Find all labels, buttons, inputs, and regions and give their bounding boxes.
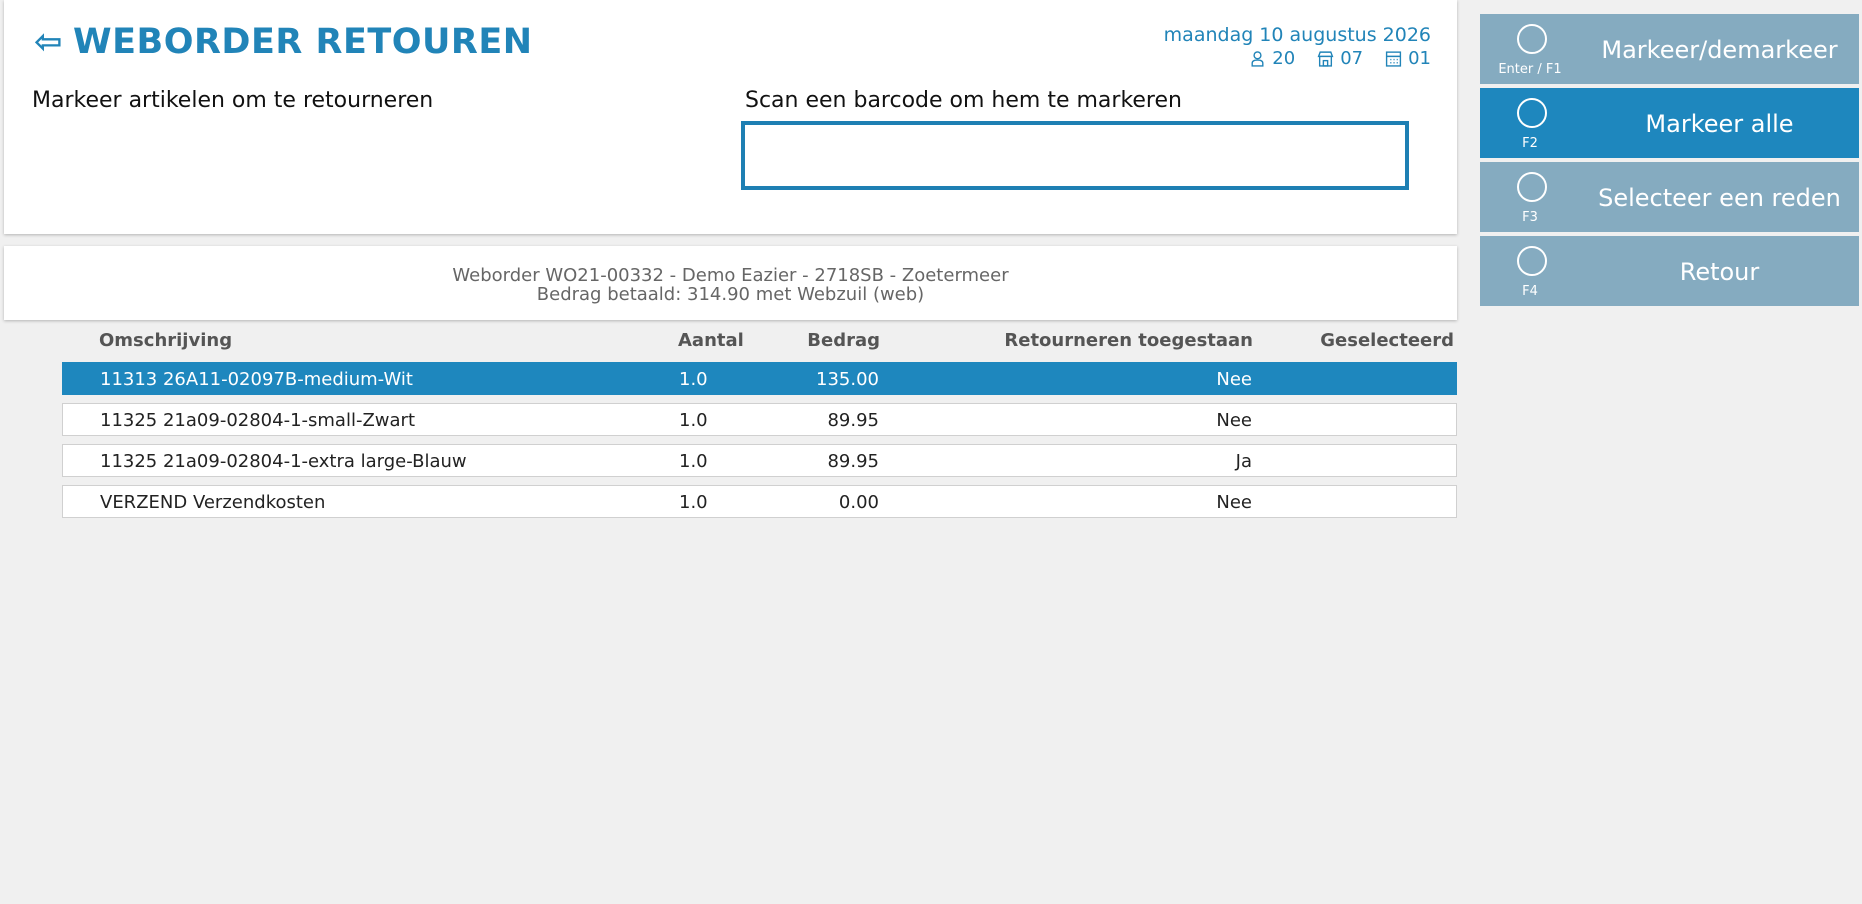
circle-icon — [1517, 24, 1547, 54]
action-sidebar: Enter / F1 Markeer/demarkeer F2 Markeer … — [1480, 14, 1859, 310]
user-icon — [1251, 51, 1264, 67]
instruction-label: Markeer artikelen om te retourneren — [32, 88, 434, 113]
header-selected: Geselecteerd — [1320, 330, 1454, 351]
row-description: 11325 21a09-02804-1-extra large-Blauw — [100, 451, 467, 472]
return-button[interactable]: F4 Retour — [1480, 236, 1859, 306]
row-amount: 89.95 — [827, 410, 879, 431]
shortcut-key: F3 — [1522, 210, 1538, 225]
row-return-allowed: Ja — [1235, 451, 1252, 472]
row-return-allowed: Nee — [1216, 369, 1252, 390]
row-amount: 0.00 — [838, 492, 879, 513]
circle-icon — [1517, 246, 1547, 276]
row-amount: 135.00 — [816, 369, 879, 390]
table-row[interactable]: 11325 21a09-02804-1-extra large-Blauw 1.… — [62, 444, 1457, 477]
circle-icon — [1517, 98, 1547, 128]
button-label: Retour — [1679, 258, 1760, 286]
shortcut-key: F4 — [1522, 284, 1538, 299]
row-return-allowed: Nee — [1216, 410, 1252, 431]
register-indicator: 01 — [1385, 48, 1431, 69]
button-label: Markeer alle — [1645, 110, 1794, 138]
table-header: Omschrijving Aantal Bedrag Retourneren t… — [62, 330, 1457, 358]
table-row[interactable]: VERZEND Verzendkosten 1.0 0.00 Nee — [62, 485, 1457, 518]
table-row[interactable]: 11325 21a09-02804-1-small-Zwart 1.0 89.9… — [62, 403, 1457, 436]
button-label: Selecteer een reden — [1598, 184, 1841, 212]
button-label: Markeer/demarkeer — [1601, 36, 1838, 64]
order-details: Weborder WO21-00332 - Demo Eazier - 2718… — [452, 265, 1009, 286]
row-quantity: 1.0 — [679, 369, 708, 390]
row-description: 11313 26A11-02097B-medium-Wit — [100, 369, 413, 390]
back-arrow-icon[interactable]: ⇦ — [34, 22, 63, 62]
table-row[interactable]: 11313 26A11-02097B-medium-Wit 1.0 135.00… — [62, 362, 1457, 395]
mark-toggle-button[interactable]: Enter / F1 Markeer/demarkeer — [1480, 14, 1859, 84]
register-code: 01 — [1408, 48, 1431, 69]
payment-details: Bedrag betaald: 314.90 met Webzuil (web) — [536, 284, 925, 305]
mark-all-button[interactable]: F2 Markeer alle — [1480, 88, 1859, 158]
status-meta: 20 07 01 — [1249, 48, 1431, 69]
order-info-panel: Weborder WO21-00332 - Demo Eazier - 2718… — [4, 246, 1457, 320]
current-date: maandag 10 augustus 2026 — [1163, 24, 1431, 46]
header-return-allowed: Retourneren toegestaan — [1004, 330, 1253, 351]
page-title: ⇦ WEBORDER RETOUREN — [34, 22, 533, 62]
header-description: Omschrijving — [99, 330, 233, 351]
header-amount: Bedrag — [807, 330, 880, 351]
user-indicator: 20 — [1249, 48, 1295, 69]
scan-label: Scan een barcode om hem te markeren — [745, 88, 1182, 113]
store-code: 07 — [1340, 48, 1364, 69]
store-indicator: 07 — [1317, 48, 1363, 69]
row-amount: 89.95 — [827, 451, 879, 472]
row-quantity: 1.0 — [679, 451, 708, 472]
store-icon — [1317, 51, 1334, 67]
shortcut-key: F2 — [1522, 136, 1538, 151]
page-title-text: WEBORDER RETOUREN — [73, 22, 533, 62]
shortcut-key: Enter / F1 — [1498, 62, 1562, 77]
row-description: VERZEND Verzendkosten — [100, 492, 326, 513]
barcode-input[interactable] — [741, 121, 1409, 190]
header-panel: ⇦ WEBORDER RETOUREN maandag 10 augustus … — [4, 0, 1457, 234]
row-description: 11325 21a09-02804-1-small-Zwart — [100, 410, 415, 431]
register-icon — [1385, 51, 1402, 67]
user-count: 20 — [1272, 48, 1296, 69]
circle-icon — [1517, 172, 1547, 202]
row-return-allowed: Nee — [1216, 492, 1252, 513]
row-quantity: 1.0 — [679, 492, 708, 513]
row-quantity: 1.0 — [679, 410, 708, 431]
select-reason-button[interactable]: F3 Selecteer een reden — [1480, 162, 1859, 232]
header-quantity: Aantal — [678, 330, 744, 351]
